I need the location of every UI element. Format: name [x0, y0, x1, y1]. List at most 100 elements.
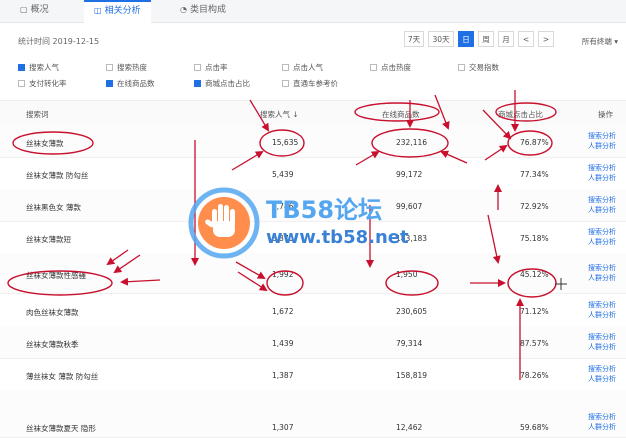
checkbox-checked-icon	[106, 80, 113, 87]
row-ops: 搜索分析 人群分析	[588, 300, 616, 320]
cell-keyword: 丝袜女薄款 防勾丝	[26, 171, 89, 180]
cell-popularity: 1,672	[272, 307, 294, 316]
cell-keyword: 薄丝袜女 薄款 防勾丝	[26, 372, 99, 381]
cell-keyword: 肉色丝袜女薄款	[26, 308, 79, 317]
cell-popularity: 1,439	[272, 339, 294, 348]
search-analysis-link[interactable]: 搜索分析	[588, 332, 616, 342]
metric-click-heat[interactable]: 点击热度	[370, 62, 411, 73]
table-row: 丝袜女薄款秋季 1,439 79,314 87.57% 搜索分析 人群分析	[0, 326, 626, 359]
overview-icon: ▢	[20, 5, 28, 14]
cell-online-count: 232,116	[396, 138, 428, 147]
cell-mall-ratio: 76.87%	[520, 138, 549, 147]
cell-mall-ratio: 87.57%	[520, 339, 549, 348]
prev-button[interactable]: <	[518, 31, 534, 47]
metric-click-popularity[interactable]: 点击人气	[282, 62, 323, 73]
cell-keyword: 丝袜黑色女 薄款	[26, 203, 81, 212]
search-analysis-link[interactable]: 搜索分析	[588, 412, 616, 422]
cell-keyword: 丝袜女薄款短	[26, 235, 71, 244]
checkbox-icon	[18, 80, 25, 87]
search-analysis-link[interactable]: 搜索分析	[588, 263, 616, 273]
cell-mall-ratio: 71.12%	[520, 307, 549, 316]
watermark-url: www.tb58.net	[266, 227, 409, 248]
metric-ztc-price[interactable]: 直通车参考价	[282, 78, 338, 89]
table-row: 丝袜女薄款夏天 隐形 1,307 12,462 59.68% 搜索分析 人群分析	[0, 390, 626, 438]
cell-popularity: 1,307	[272, 423, 294, 432]
row-ops: 搜索分析 人群分析	[588, 163, 616, 183]
range-30d-button[interactable]: 30天	[428, 31, 454, 47]
metric-trade-index[interactable]: 交易指数	[458, 62, 499, 73]
table-header: 搜索词 搜索人气 ↓ 在线商品数 商城点击占比 操作	[0, 100, 626, 126]
crowd-analysis-link[interactable]: 人群分析	[588, 374, 616, 384]
crowd-analysis-link[interactable]: 人群分析	[588, 141, 616, 151]
crowd-analysis-link[interactable]: 人群分析	[588, 205, 616, 215]
toolbar: 统计时间 2019-12-15 7天 30天 日 周 月 < > 所有终端 ▾	[0, 22, 626, 56]
row-ops: 搜索分析 人群分析	[588, 131, 616, 151]
range-week-button[interactable]: 周	[478, 31, 494, 47]
metric-click-rate[interactable]: 点击率	[194, 62, 228, 73]
table-row: 薄丝袜女 薄款 防勾丝 1,387 158,819 78.26% 搜索分析 人群分…	[0, 358, 626, 391]
chevron-down-icon: ▾	[614, 37, 618, 46]
header-mall-ratio[interactable]: 商城点击占比	[498, 109, 543, 120]
crowd-analysis-link[interactable]: 人群分析	[588, 342, 616, 352]
range-month-button[interactable]: 月	[498, 31, 514, 47]
cell-popularity: 1,992	[272, 270, 294, 279]
tab-category[interactable]: ◔ 类目构成	[180, 0, 226, 22]
metric-search-popularity[interactable]: 搜索人气	[18, 62, 59, 73]
cell-keyword: 丝袜女薄款秋季	[26, 340, 79, 349]
row-ops: 搜索分析 人群分析	[588, 412, 616, 432]
metric-mall-click-ratio[interactable]: 商城点击占比	[194, 78, 250, 89]
cell-popularity: 15,635	[272, 138, 299, 147]
watermark-logo	[188, 187, 260, 259]
metric-search-heat[interactable]: 搜索热度	[106, 62, 147, 73]
header-keyword: 搜索词	[26, 110, 49, 119]
crowd-analysis-link[interactable]: 人群分析	[588, 310, 616, 320]
range-7d-button[interactable]: 7天	[404, 31, 424, 47]
search-analysis-link[interactable]: 搜索分析	[588, 195, 616, 205]
analysis-icon: ◫	[94, 6, 102, 15]
crowd-analysis-link[interactable]: 人群分析	[588, 173, 616, 183]
cell-mall-ratio: 72.92%	[520, 202, 549, 211]
cell-online-count: 99,607	[396, 202, 423, 211]
table-row: 丝袜女薄款 15,635 232,116 76.87% 搜索分析 人群分析	[0, 125, 626, 158]
tab-related-analysis[interactable]: ◫ 相关分析	[84, 0, 151, 24]
cell-keyword: 丝袜女薄款夏天 隐形	[26, 424, 96, 433]
row-ops: 搜索分析 人群分析	[588, 332, 616, 352]
cell-popularity: 5,439	[272, 170, 294, 179]
cell-mall-ratio: 78.26%	[520, 371, 549, 380]
metric-online-count[interactable]: 在线商品数	[106, 78, 155, 89]
checkbox-icon	[458, 64, 465, 71]
cell-online-count: 99,172	[396, 170, 423, 179]
search-analysis-link[interactable]: 搜索分析	[588, 163, 616, 173]
cell-online-count: 1,950	[396, 270, 418, 279]
cell-online-count: 79,314	[396, 339, 423, 348]
search-analysis-link[interactable]: 搜索分析	[588, 300, 616, 310]
metric-pay-conversion[interactable]: 支付转化率	[18, 78, 67, 89]
checkbox-checked-icon	[18, 64, 25, 71]
tab-overview[interactable]: ▢ 概况	[20, 0, 49, 22]
search-analysis-link[interactable]: 搜索分析	[588, 131, 616, 141]
cell-keyword: 丝袜女薄款	[26, 139, 64, 148]
search-analysis-link[interactable]: 搜索分析	[588, 227, 616, 237]
crowd-analysis-link[interactable]: 人群分析	[588, 237, 616, 247]
cell-online-count: 158,819	[396, 371, 428, 380]
checkbox-icon	[370, 64, 377, 71]
table-row: 丝袜女薄款 防勾丝 5,439 99,172 77.34% 搜索分析 人群分析	[0, 157, 626, 190]
terminal-select[interactable]: 所有终端 ▾	[582, 36, 618, 47]
checkbox-icon	[106, 64, 113, 71]
search-analysis-link[interactable]: 搜索分析	[588, 364, 616, 374]
header-online-count[interactable]: 在线商品数	[382, 109, 420, 120]
header-popularity[interactable]: 搜索人气 ↓	[260, 109, 299, 120]
checkbox-icon	[282, 80, 289, 87]
cell-mall-ratio: 75.18%	[520, 234, 549, 243]
next-button[interactable]: >	[538, 31, 554, 47]
cell-popularity: 1,387	[272, 371, 294, 380]
range-day-button[interactable]: 日	[458, 31, 474, 47]
crowd-analysis-link[interactable]: 人群分析	[588, 273, 616, 283]
checkbox-icon	[194, 64, 201, 71]
table-row: 肉色丝袜女薄款 1,672 230,605 71.12% 搜索分析 人群分析	[0, 294, 626, 327]
crowd-analysis-link[interactable]: 人群分析	[588, 422, 616, 432]
header-ops: 操作	[598, 110, 613, 119]
cell-mall-ratio: 77.34%	[520, 170, 549, 179]
cell-mall-ratio: 45.12%	[520, 270, 549, 279]
checkbox-icon	[282, 64, 289, 71]
